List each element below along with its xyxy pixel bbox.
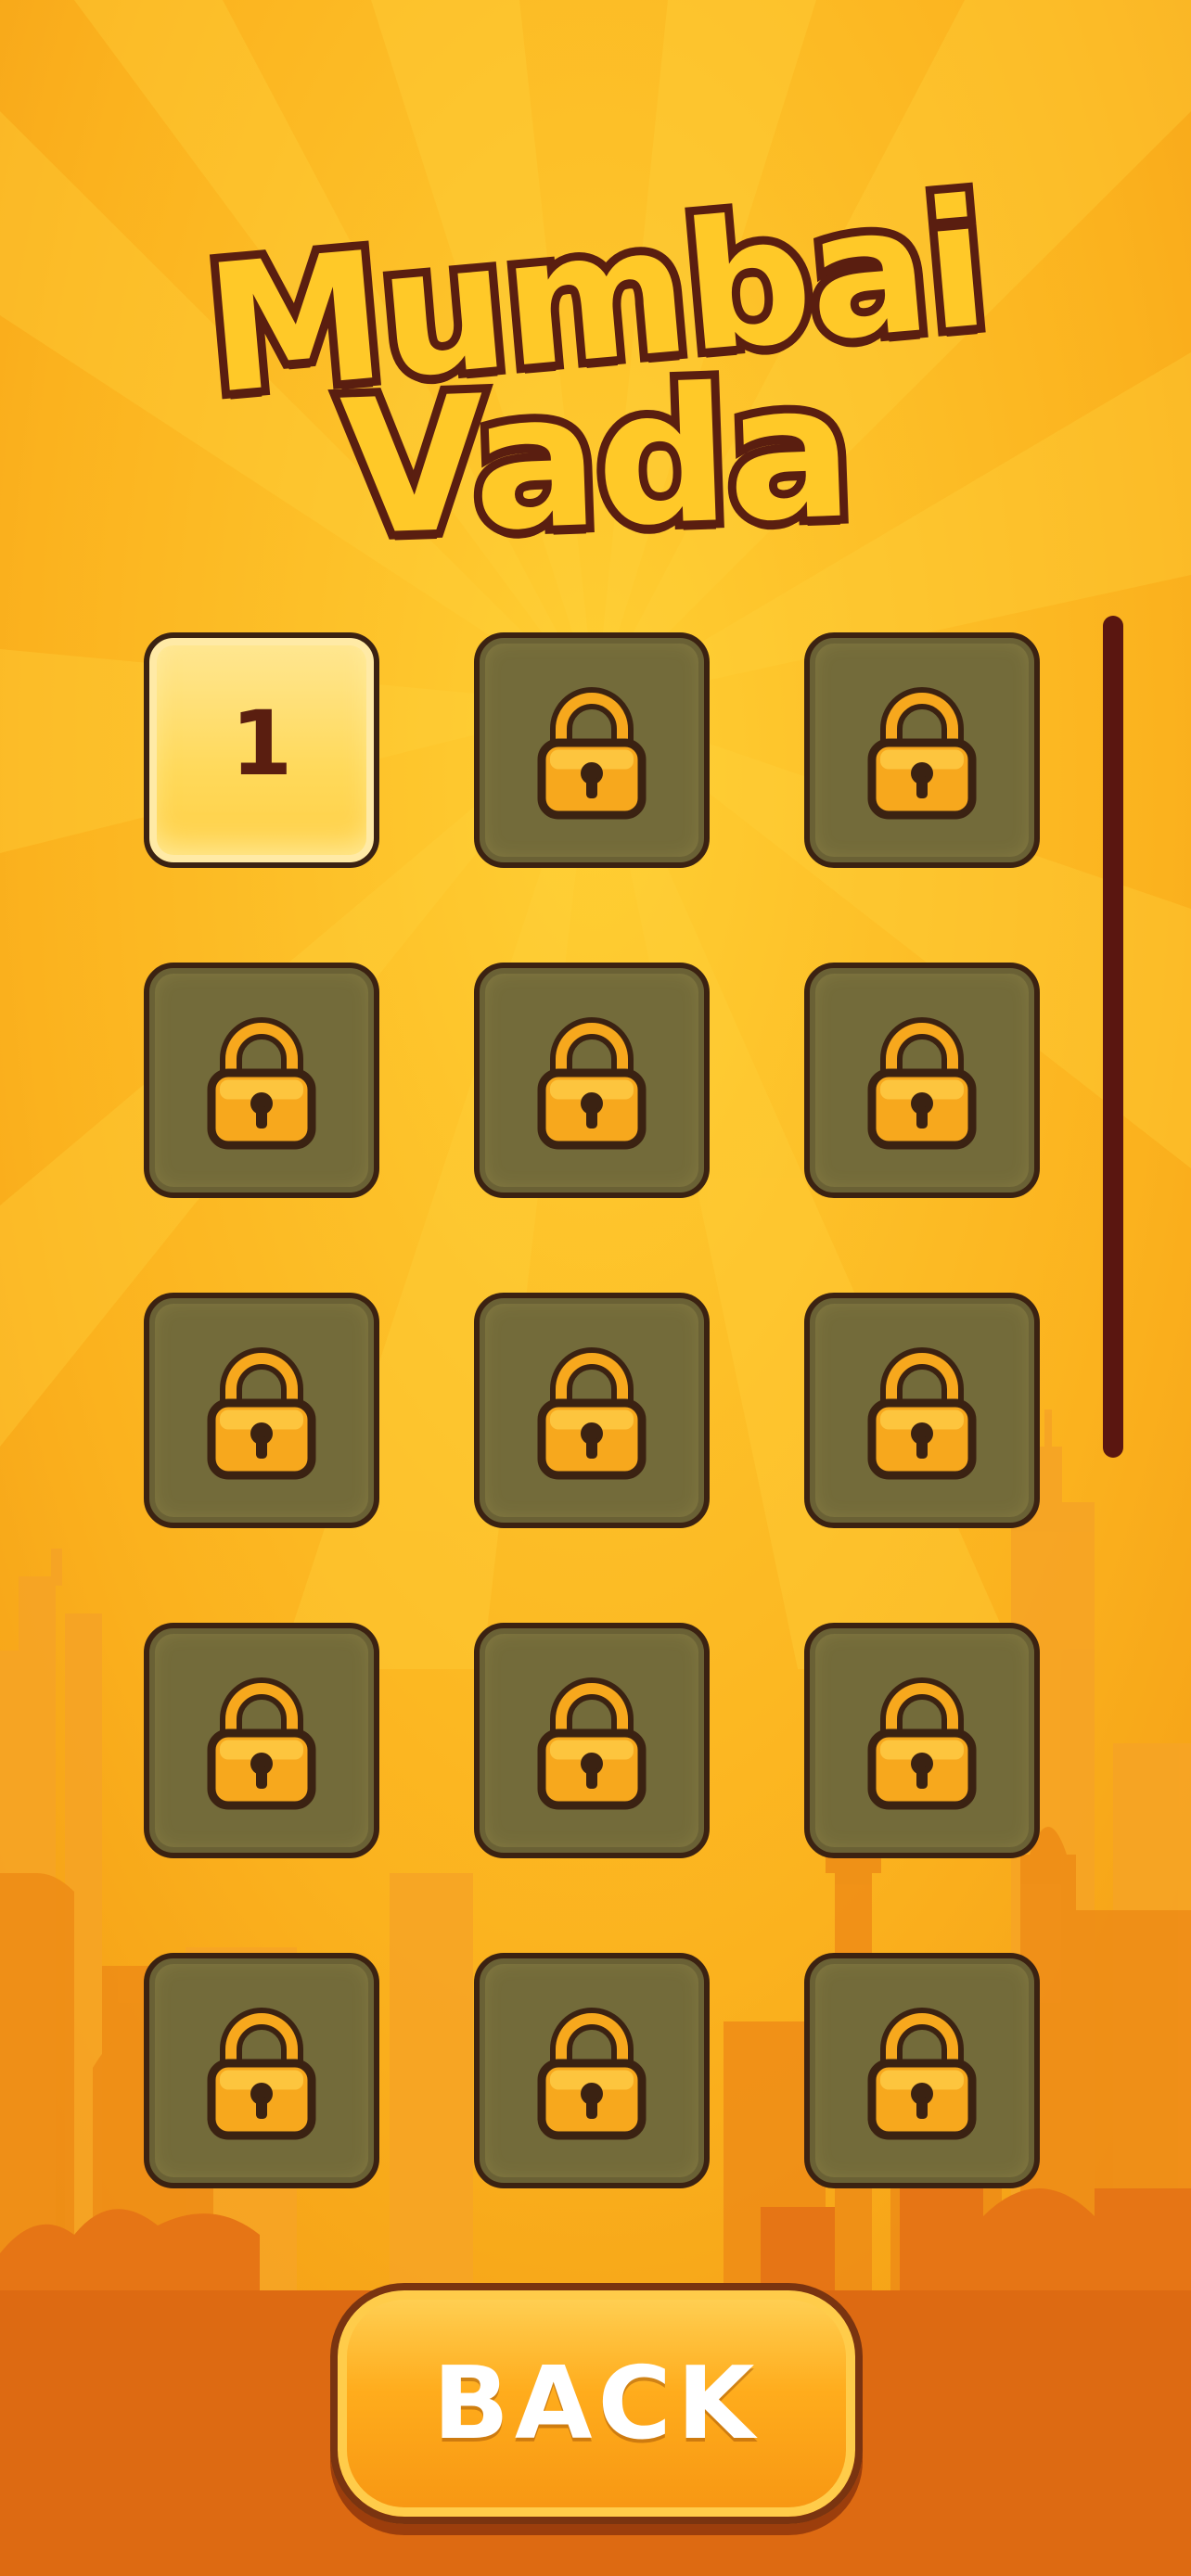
- level-tile-locked[interactable]: [474, 1953, 710, 2188]
- level-tile-unlocked[interactable]: 1: [144, 632, 379, 868]
- level-tile-locked[interactable]: [144, 1953, 379, 2188]
- level-tile-locked[interactable]: [474, 1623, 710, 1858]
- padlock-icon: [852, 677, 992, 823]
- padlock-icon: [522, 1997, 661, 2144]
- padlock-icon: [192, 1997, 331, 2144]
- level-tile-locked[interactable]: [474, 632, 710, 868]
- level-number: 1: [230, 692, 293, 796]
- padlock-icon: [522, 1337, 661, 1484]
- level-tile-locked[interactable]: [144, 1623, 379, 1858]
- padlock-icon: [852, 1997, 992, 2144]
- padlock-icon: [522, 1667, 661, 1814]
- padlock-icon: [192, 1007, 331, 1154]
- padlock-icon: [852, 1337, 992, 1484]
- level-tile-locked[interactable]: [804, 1623, 1040, 1858]
- scrollbar[interactable]: [1103, 616, 1123, 1458]
- level-tile-locked[interactable]: [804, 963, 1040, 1198]
- level-tile-locked[interactable]: [804, 632, 1040, 868]
- back-button[interactable]: BACK: [330, 2283, 863, 2524]
- level-tile-locked[interactable]: [474, 1293, 710, 1528]
- level-tile-locked[interactable]: [474, 963, 710, 1198]
- padlock-icon: [852, 1667, 992, 1814]
- padlock-icon: [522, 677, 661, 823]
- padlock-icon: [852, 1007, 992, 1154]
- padlock-icon: [192, 1667, 331, 1814]
- level-tile-locked[interactable]: [804, 1953, 1040, 2188]
- level-grid: 1: [0, 0, 1191, 2318]
- padlock-icon: [192, 1337, 331, 1484]
- level-tile-locked[interactable]: [804, 1293, 1040, 1528]
- back-button-label: BACK: [432, 2345, 761, 2462]
- level-tile-locked[interactable]: [144, 1293, 379, 1528]
- padlock-icon: [522, 1007, 661, 1154]
- level-tile-locked[interactable]: [144, 963, 379, 1198]
